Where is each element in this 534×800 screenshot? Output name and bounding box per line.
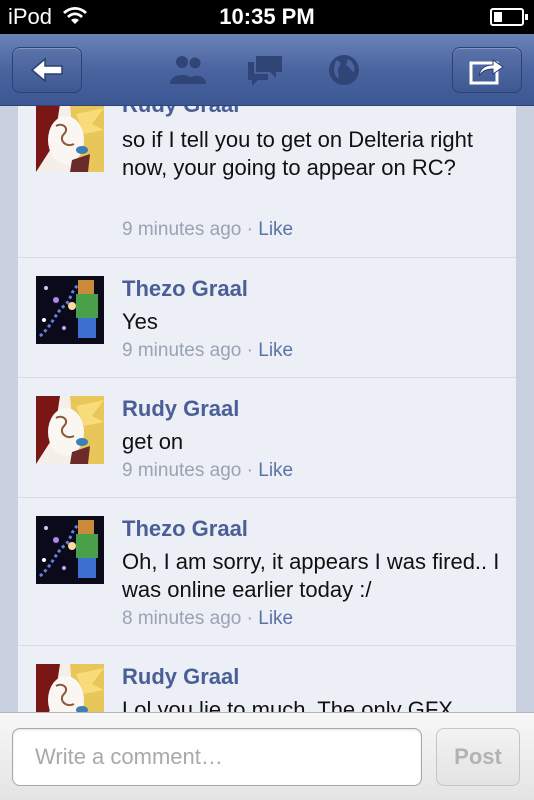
status-bar: iPod 10:35 PM	[0, 0, 534, 34]
comment-text: so if I tell you to get on Delteria righ…	[122, 127, 473, 180]
meta-separator: ·	[246, 608, 253, 629]
comment-meta: 9 minutes ago · Like	[122, 340, 293, 362]
comment-author[interactable]: Thezo Graal	[122, 516, 248, 542]
battery-icon	[490, 8, 528, 26]
back-arrow-icon	[30, 57, 63, 83]
like-link[interactable]: Like	[258, 340, 293, 361]
comment-time: 9 minutes ago	[122, 340, 242, 361]
comment-feed[interactable]: Rudy Graal so if I tell you to get on De…	[0, 106, 534, 712]
comment-input[interactable]	[12, 728, 422, 786]
comment-meta: 8 minutes ago · Like	[122, 608, 293, 630]
like-link[interactable]: Like	[258, 608, 293, 629]
comment-time: 9 minutes ago	[122, 460, 242, 481]
comment-list: Rudy Graal so if I tell you to get on De…	[18, 106, 516, 712]
comment-author[interactable]: Rudy Graal	[122, 664, 239, 690]
nav-bar	[0, 34, 534, 106]
clock: 10:35 PM	[219, 4, 315, 29]
comment-author[interactable]: Rudy Graal	[122, 106, 239, 118]
comment-author[interactable]: Thezo Graal	[122, 276, 248, 302]
share-icon	[469, 59, 504, 85]
friends-icon[interactable]	[168, 52, 208, 88]
comment-item: Rudy Graal Lol you lie to much. The only…	[18, 646, 516, 712]
like-link[interactable]: Like	[258, 460, 293, 481]
messages-icon[interactable]	[246, 52, 286, 88]
globe-icon[interactable]	[324, 52, 364, 88]
comment-item: Thezo Graal Oh, I am sorry, it appears I…	[18, 498, 516, 646]
comment-time: 9 minutes ago	[122, 219, 242, 240]
comment-meta: 9 minutes ago · Like	[122, 460, 293, 482]
post-button[interactable]: Post	[436, 728, 520, 786]
thezo-avatar[interactable]	[36, 276, 104, 344]
comment-time: 8 minutes ago	[122, 608, 242, 629]
comment-text: Lol you lie to much. The only GFX	[122, 697, 453, 712]
like-link[interactable]: Like	[258, 219, 293, 240]
comment-text: get on	[122, 429, 184, 454]
comment-item: Rudy Graal so if I tell you to get on De…	[18, 106, 516, 258]
meta-separator: ·	[246, 460, 253, 481]
comment-item: Thezo Graal Yes 9 minutes ago · Like	[18, 258, 516, 378]
back-button[interactable]	[12, 47, 82, 93]
comment-meta: 9 minutes ago · Like	[122, 219, 293, 241]
rudy-avatar[interactable]	[36, 664, 104, 712]
thezo-avatar[interactable]	[36, 516, 104, 584]
comment-item: Rudy Graal get on 9 minutes ago · Like	[18, 378, 516, 498]
rudy-avatar[interactable]	[36, 396, 104, 464]
comment-author[interactable]: Rudy Graal	[122, 396, 239, 422]
comment-text: Oh, I am sorry, it appears I was fired..…	[122, 549, 500, 602]
rudy-avatar[interactable]	[36, 106, 104, 172]
meta-separator: ·	[246, 340, 253, 361]
meta-separator: ·	[246, 219, 253, 240]
comment-composer: Post	[0, 712, 534, 800]
share-button[interactable]	[452, 47, 522, 93]
comment-text: Yes	[122, 309, 158, 334]
